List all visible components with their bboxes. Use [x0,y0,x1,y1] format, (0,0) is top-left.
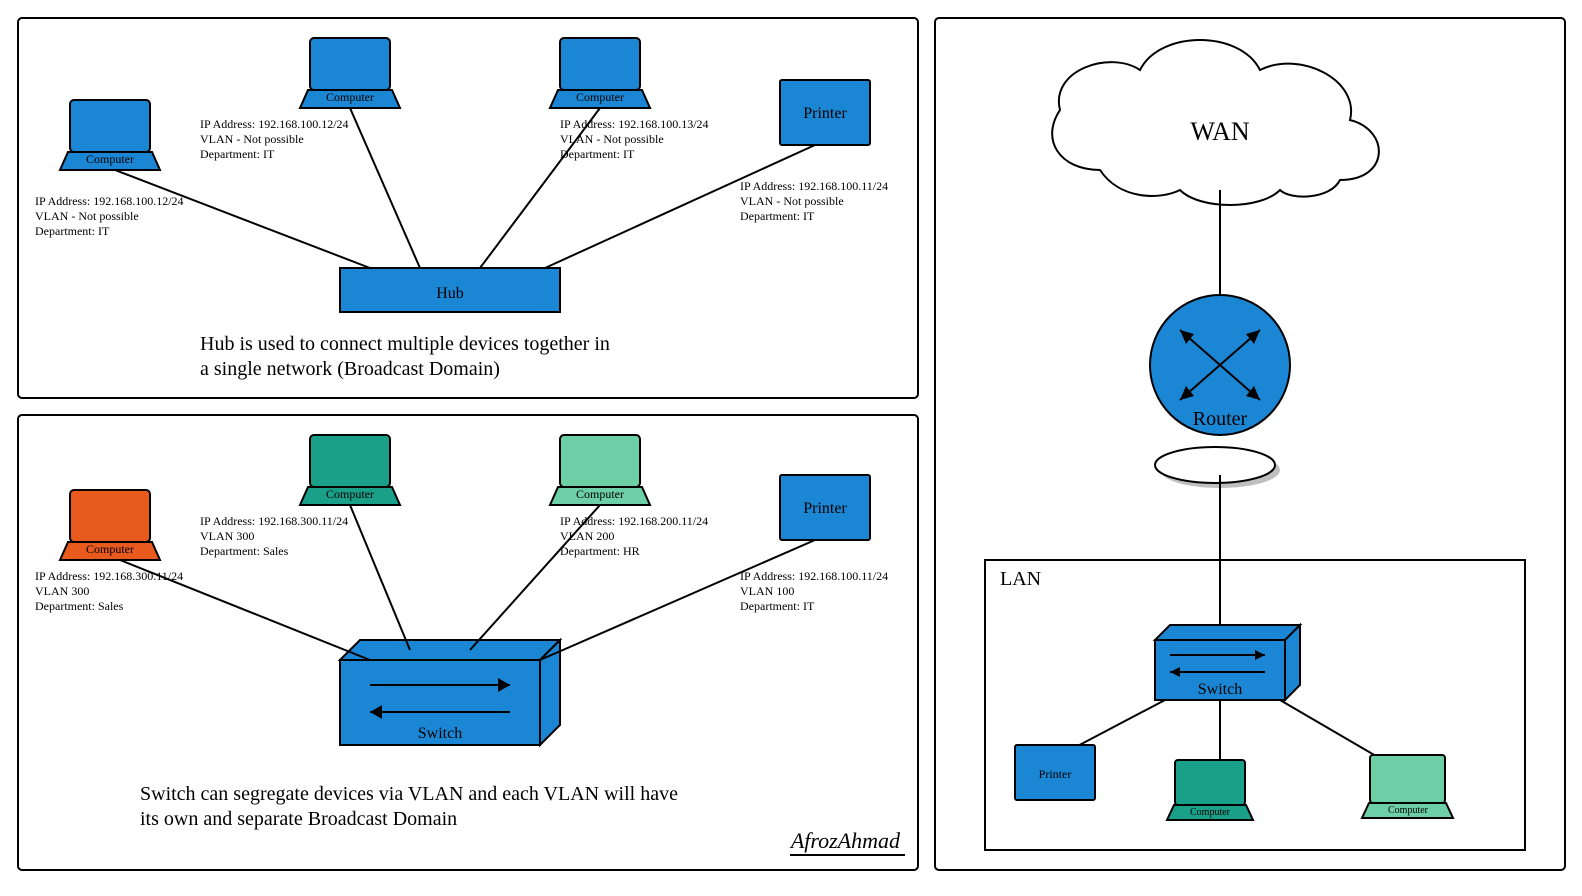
svg-text:Printer: Printer [1039,767,1072,781]
svg-text:IP Address: 192.168.200.11/24: IP Address: 192.168.200.11/24 [560,514,708,528]
svg-text:Computer: Computer [1388,805,1429,816]
svg-text:VLAN 300: VLAN 300 [35,584,89,598]
pc1-vlan: VLAN - Not possible [35,209,139,223]
svg-text:Computer: Computer [326,487,374,501]
lan-computer-1: Computer [1167,760,1253,820]
svg-text:VLAN - Not possible: VLAN - Not possible [560,132,664,146]
switch-caption-1: Switch can segregate devices via VLAN an… [140,783,678,805]
svg-text:IP Address: 192.168.300.11/24: IP Address: 192.168.300.11/24 [35,569,183,583]
pc1-dept: Department: IT [35,224,110,238]
computer-icon-label: Computer [86,152,134,166]
svg-text:Department: IT: Department: IT [740,599,815,613]
svg-text:Computer: Computer [576,90,624,104]
lan-printer: Printer [1015,745,1095,800]
switch-computer-2: Computer [300,435,400,505]
panel-wan-lan: WAN Router LAN Switch Printer [935,18,1565,870]
svg-text:Printer: Printer [803,105,847,122]
svg-text:IP Address: 192.168.300.11/24: IP Address: 192.168.300.11/24 [200,514,348,528]
switch-device: Switch [340,640,560,745]
svg-text:IP Address: 192.168.100.12/24: IP Address: 192.168.100.12/24 [200,117,349,131]
wan-cloud: WAN [1052,40,1379,205]
switch-computer-3: Computer [550,435,650,505]
svg-text:VLAN 300: VLAN 300 [200,529,254,543]
hub-label: Hub [436,285,464,302]
hub-caption-1: Hub is used to connect multiple devices … [200,333,610,355]
hub-device: Hub [340,268,560,312]
wan-label: WAN [1190,117,1249,146]
svg-text:VLAN 200: VLAN 200 [560,529,614,543]
svg-text:Computer: Computer [1190,807,1231,818]
switch-printer: Printer [780,475,870,540]
svg-text:Switch: Switch [418,725,462,742]
svg-text:IP Address: 192.168.100.11/24: IP Address: 192.168.100.11/24 [740,179,888,193]
svg-text:Department: IT: Department: IT [560,147,635,161]
svg-text:Department: Sales: Department: Sales [200,544,289,558]
hub-printer: Printer [780,80,870,145]
panel-switch: Switch Computer IP Address: 192.168.300.… [18,415,918,870]
svg-text:Computer: Computer [326,90,374,104]
svg-text:Department: IT: Department: IT [740,209,815,223]
hub-caption-2: a single network (Broadcast Domain) [200,358,500,380]
svg-text:Switch: Switch [1198,681,1242,698]
hub-computer-2: Computer [300,38,400,108]
network-diagram: Hub Computer IP Address: 192.168.100.12/… [0,0,1582,896]
svg-text:VLAN 100: VLAN 100 [740,584,794,598]
panel-hub: Hub Computer IP Address: 192.168.100.12/… [18,18,918,398]
svg-text:IP Address: 192.168.100.13/24: IP Address: 192.168.100.13/24 [560,117,709,131]
lan-computer-2: Computer [1362,755,1453,818]
router-label: Router [1193,408,1248,430]
svg-text:Department: Sales: Department: Sales [35,599,124,613]
switch-caption-2: its own and separate Broadcast Domain [140,808,457,830]
lan-switch: Switch [1155,625,1300,700]
svg-text:Department: HR: Department: HR [560,544,640,558]
router-device: Router [1150,295,1290,488]
lan-label: LAN [1000,568,1041,590]
svg-text:Printer: Printer [803,500,847,517]
hub-computer-1: Computer [60,100,160,170]
svg-text:VLAN - Not possible: VLAN - Not possible [200,132,304,146]
svg-text:Computer: Computer [576,487,624,501]
author-signature: AfrozAhmad [789,828,901,853]
svg-text:Computer: Computer [86,542,134,556]
hub-computer-3: Computer [550,38,650,108]
svg-text:VLAN - Not possible: VLAN - Not possible [740,194,844,208]
svg-text:IP Address: 192.168.100.11/24: IP Address: 192.168.100.11/24 [740,569,888,583]
pc1-ip: IP Address: 192.168.100.12/24 [35,194,184,208]
switch-computer-1: Computer [60,490,160,560]
svg-text:Department: IT: Department: IT [200,147,275,161]
